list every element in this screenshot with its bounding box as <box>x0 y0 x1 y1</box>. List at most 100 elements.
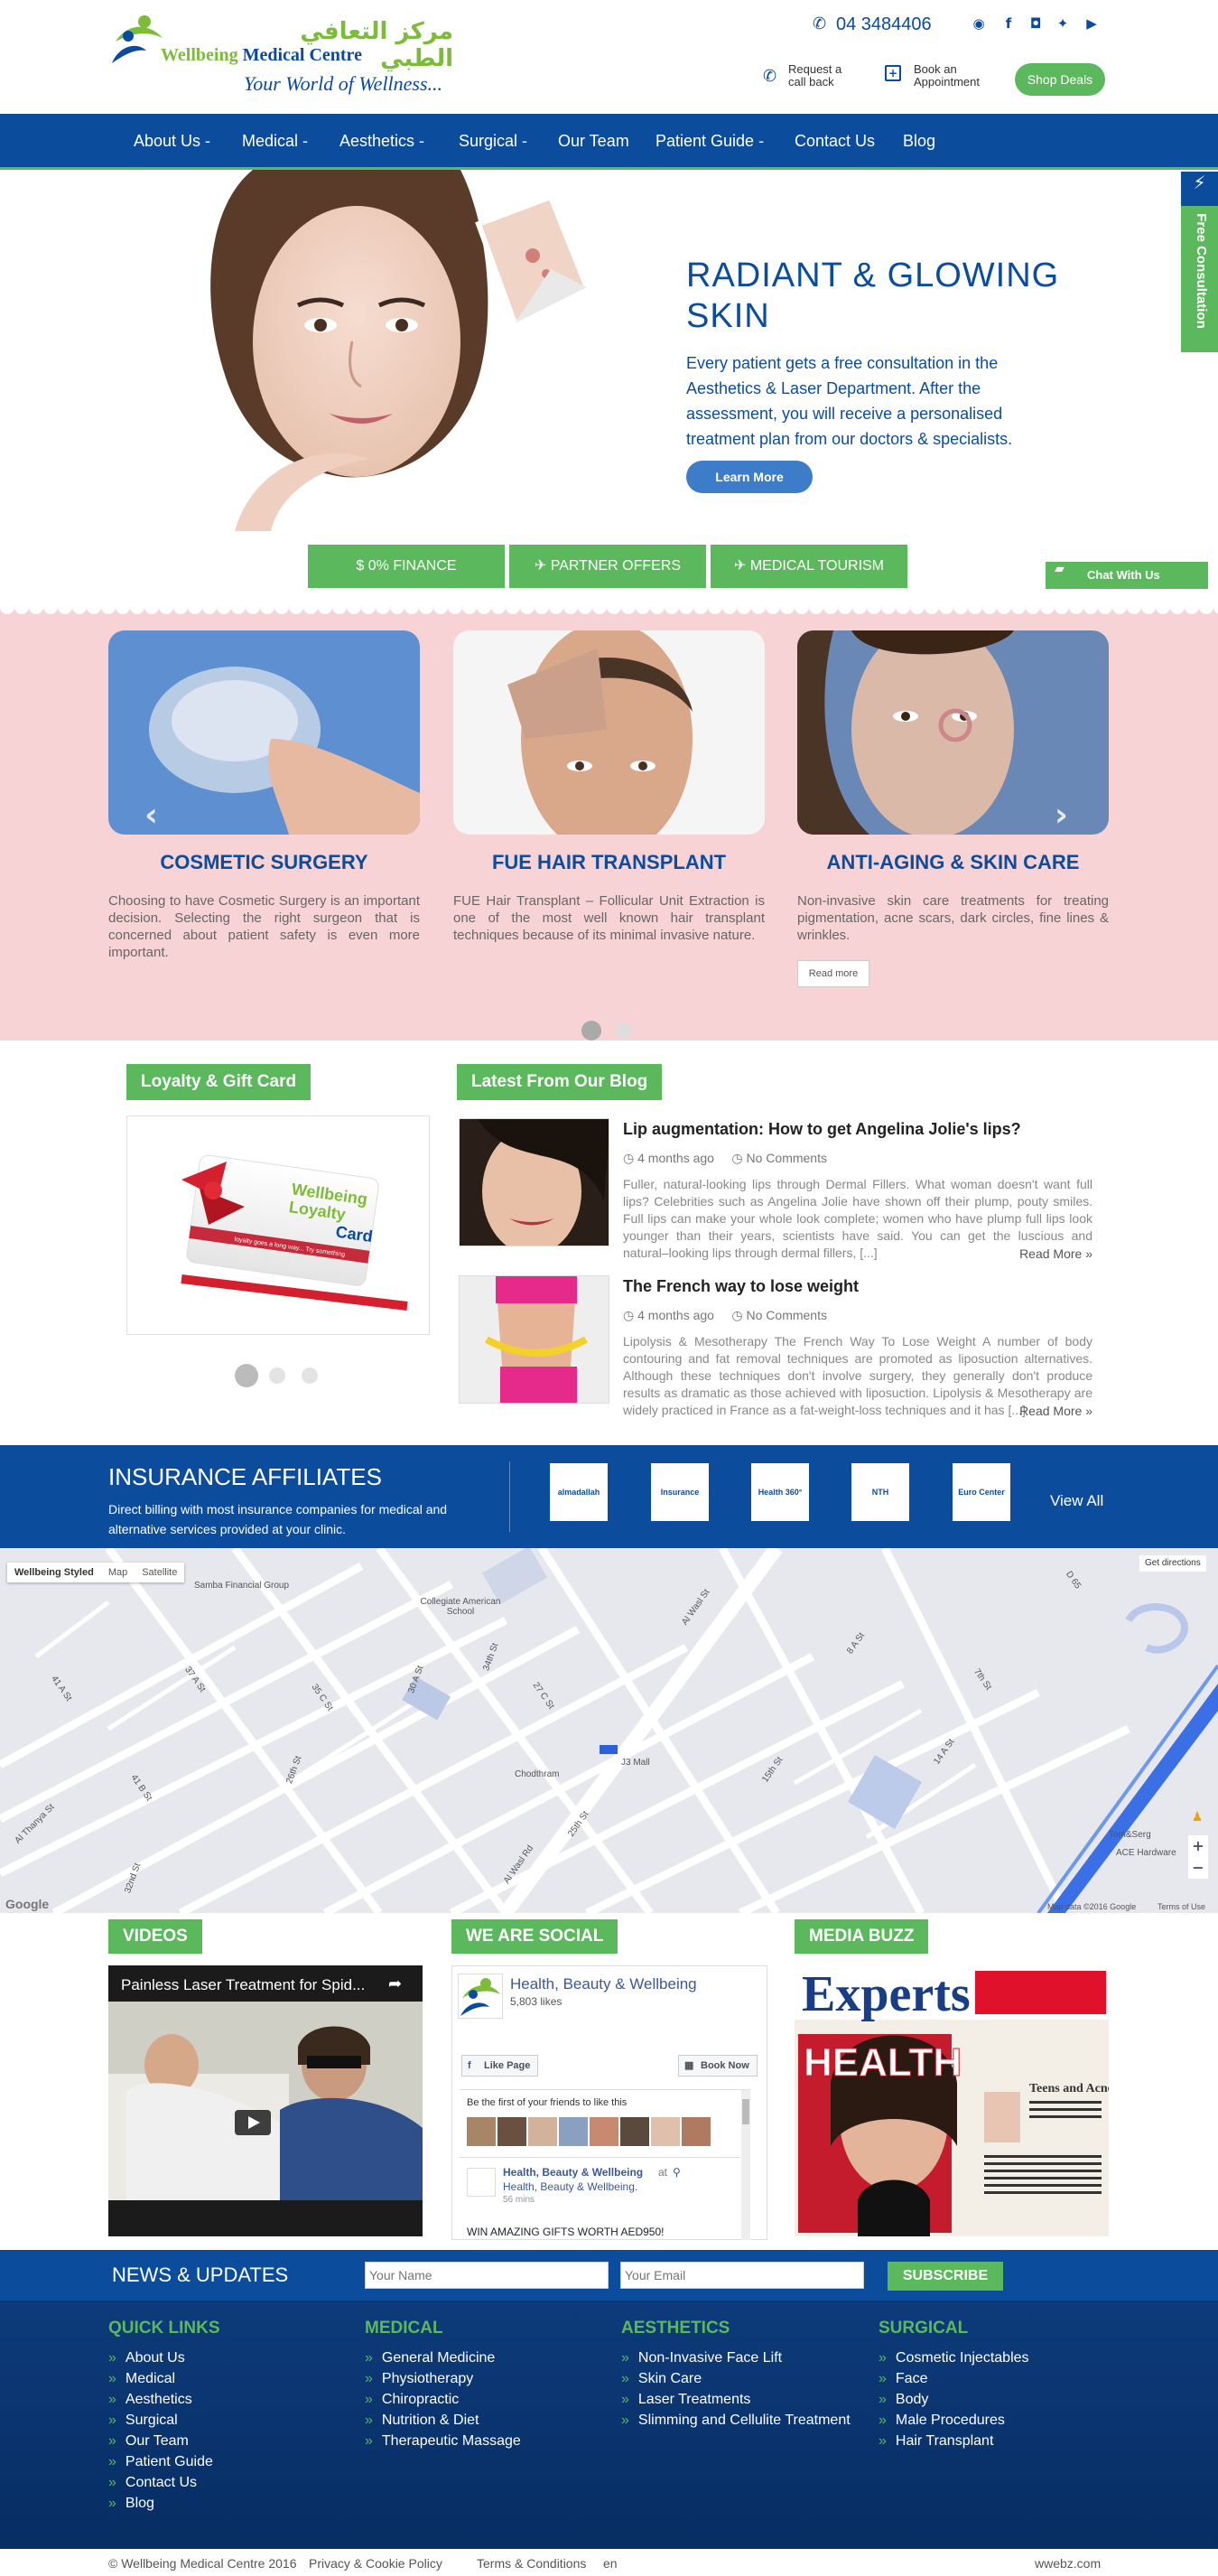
footer-link[interactable]: Slimming and Cellulite Treatment <box>621 2410 851 2431</box>
video-title[interactable]: Painless Laser Treatment for Spid... <box>121 1976 365 1994</box>
footer-link[interactable]: Non-Invasive Face Lift <box>621 2347 851 2368</box>
facebook-page-name[interactable]: Health, Beauty & Wellbeing <box>510 1975 697 1993</box>
map-tab-satellite[interactable]: Satellite <box>135 1563 184 1582</box>
language-selector[interactable]: en <box>603 2556 618 2571</box>
footer-link[interactable]: Male Procedures <box>879 2410 1029 2431</box>
nav-about-us[interactable]: About Us - <box>134 132 210 151</box>
footer-link[interactable]: Contact Us <box>108 2472 220 2493</box>
privacy-link[interactable]: Privacy & Cookie Policy <box>309 2556 442 2571</box>
partner-offers-button[interactable]: ✈ PARTNER OFFERS <box>509 545 706 588</box>
chat-with-us-button[interactable]: ▰ Chat With Us <box>1046 562 1208 589</box>
location-map[interactable]: Wellbeing Styled Map Satellite Get directi… <box>0 1548 1218 1913</box>
blog-post-comments[interactable]: No Comments <box>747 1308 827 1322</box>
friend-avatar[interactable] <box>590 2117 618 2146</box>
nav-patient-guide[interactable]: Patient Guide - <box>655 132 764 151</box>
like-page-button[interactable]: f Like Page <box>461 2055 539 2077</box>
footer-link[interactable]: Medical <box>108 2368 220 2389</box>
nav-surgical[interactable]: Surgical - <box>459 132 527 151</box>
read-more-link[interactable]: Read More » <box>1019 1404 1092 1418</box>
footer-link[interactable]: Therapeutic Massage <box>365 2431 521 2451</box>
map-terms-link[interactable]: Terms of Use <box>1158 1902 1205 1911</box>
video-player[interactable]: Painless Laser Treatment for Spid... ➦ <box>108 1965 423 2236</box>
nav-our-team[interactable]: Our Team <box>558 132 629 151</box>
post-location[interactable]: Health, Beauty & Wellbeing. <box>503 2180 637 2193</box>
post-author[interactable]: Health, Beauty & Wellbeing <box>503 2166 643 2179</box>
newsletter-email-input[interactable] <box>620 2262 864 2289</box>
developer-credit-link[interactable]: wwebz.com <box>1035 2556 1101 2571</box>
map-tab-styled[interactable]: Wellbeing Styled <box>7 1563 101 1582</box>
facebook-page-avatar[interactable] <box>458 1974 503 2019</box>
footer-link[interactable]: Physiotherapy <box>365 2368 521 2389</box>
friend-avatar[interactable] <box>620 2117 649 2146</box>
friend-avatar[interactable] <box>559 2117 588 2146</box>
blog-post-title[interactable]: The French way to lose weight <box>623 1277 859 1296</box>
learn-more-button[interactable]: Learn More <box>686 461 813 493</box>
carousel-dot[interactable] <box>616 1022 632 1039</box>
zoom-out-icon[interactable]: − <box>1188 1857 1208 1879</box>
finance-button[interactable]: $ 0% FINANCE <box>308 545 505 588</box>
footer-link[interactable]: Cosmetic Injectables <box>879 2347 1029 2368</box>
footer-link[interactable]: About Us <box>108 2347 220 2368</box>
nav-medical[interactable]: Medical - <box>242 132 308 151</box>
friend-avatar[interactable] <box>497 2117 526 2146</box>
loyalty-dot[interactable] <box>302 1367 318 1384</box>
medical-tourism-button[interactable]: ✈ MEDICAL TOURISM <box>711 545 907 588</box>
insurance-logo-health360[interactable]: Health 360° <box>751 1463 809 1521</box>
blog-post[interactable]: Lip augmentation: How to get Angelina Jo… <box>459 1118 1092 1267</box>
service-card-fue-hair-transplant[interactable]: FUE HAIR TRANSPLANT FUE Hair Transplant … <box>453 630 765 944</box>
zoom-in-icon[interactable]: + <box>1188 1835 1208 1857</box>
youtube-icon[interactable]: ▶ <box>1083 15 1100 32</box>
insurance-logo[interactable]: Insurance <box>651 1463 709 1521</box>
footer-link[interactable]: Laser Treatments <box>621 2389 851 2410</box>
friend-avatar[interactable] <box>651 2117 680 2146</box>
nav-contact-us[interactable]: Contact Us <box>795 132 875 151</box>
book-now-button[interactable]: ▦ Book Now <box>678 2055 758 2077</box>
media-magazine-cover[interactable]: Experts HEALTH Teens and Acne <box>795 1965 1113 2236</box>
nav-blog[interactable]: Blog <box>903 132 935 151</box>
terms-link[interactable]: Terms & Conditions <box>477 2556 586 2571</box>
carousel-prev-arrow-icon[interactable]: ‹ <box>144 797 158 834</box>
free-consultation-tab[interactable]: ⚡ Free Consultation <box>1181 172 1218 352</box>
loyalty-dot[interactable] <box>269 1367 285 1384</box>
carousel-dot-active[interactable] <box>581 1021 601 1041</box>
instagram-icon[interactable]: ◘ <box>1027 15 1044 32</box>
footer-link[interactable]: Hair Transplant <box>879 2431 1029 2451</box>
loyalty-card-panel[interactable]: Wellbeing Loyalty Card loyalty goes a lo… <box>126 1115 430 1335</box>
blog-post-thumbnail[interactable] <box>459 1118 609 1246</box>
footer-link[interactable]: General Medicine <box>365 2347 521 2368</box>
read-more-button[interactable]: Read more <box>797 960 869 987</box>
blog-post-title[interactable]: Lip augmentation: How to get Angelina Jo… <box>623 1120 1021 1139</box>
blog-post[interactable]: The French way to lose weight ◷ 4 months… <box>459 1275 1092 1424</box>
nav-aesthetics[interactable]: Aesthetics - <box>339 132 424 151</box>
loyalty-dot-active[interactable] <box>235 1364 258 1387</box>
blog-post-thumbnail[interactable] <box>459 1275 609 1404</box>
site-logo[interactable]: مركز التعافي الطبي Wellbeing Medical Cen… <box>110 9 453 105</box>
footer-link[interactable]: Blog <box>108 2493 220 2514</box>
footer-link[interactable]: Skin Care <box>621 2368 851 2389</box>
read-more-link[interactable]: Read More » <box>1019 1246 1092 1261</box>
phone-number[interactable]: 04 3484406 <box>836 14 932 35</box>
get-directions-link[interactable]: Get directions <box>1139 1555 1206 1572</box>
footer-link[interactable]: Body <box>879 2389 1029 2410</box>
street-view-pegman-icon[interactable]: ♟ <box>1190 1810 1204 1830</box>
footer-link[interactable]: Patient Guide <box>108 2451 220 2472</box>
service-card-cosmetic-surgery[interactable]: COSMETIC SURGERY Choosing to have Cosmet… <box>108 630 420 961</box>
friend-avatar[interactable] <box>467 2117 496 2146</box>
footer-link[interactable]: Our Team <box>108 2431 220 2451</box>
subscribe-button[interactable]: SUBSCRIBE <box>888 2262 1003 2291</box>
carousel-next-arrow-icon[interactable]: › <box>1055 797 1068 834</box>
scrollbar-thumb[interactable] <box>742 2099 749 2124</box>
shop-deals-button[interactable]: Shop Deals <box>1015 63 1105 96</box>
map-tab-map[interactable]: Map <box>101 1563 135 1582</box>
footer-link[interactable]: Aesthetics <box>108 2389 220 2410</box>
footer-link[interactable]: Nutrition & Diet <box>365 2410 521 2431</box>
friend-avatar[interactable] <box>528 2117 557 2146</box>
feed-scrollbar[interactable] <box>741 2090 750 2240</box>
twitter-icon[interactable]: ✦ <box>1055 15 1071 32</box>
facebook-icon[interactable]: f <box>1000 15 1017 32</box>
post-author-avatar[interactable] <box>467 2168 496 2197</box>
footer-link[interactable]: Face <box>879 2368 1029 2389</box>
footer-link[interactable]: Chiropractic <box>365 2389 521 2410</box>
insurance-logo-almadallah[interactable]: almadallah <box>550 1463 608 1521</box>
friend-avatar[interactable] <box>682 2117 711 2146</box>
